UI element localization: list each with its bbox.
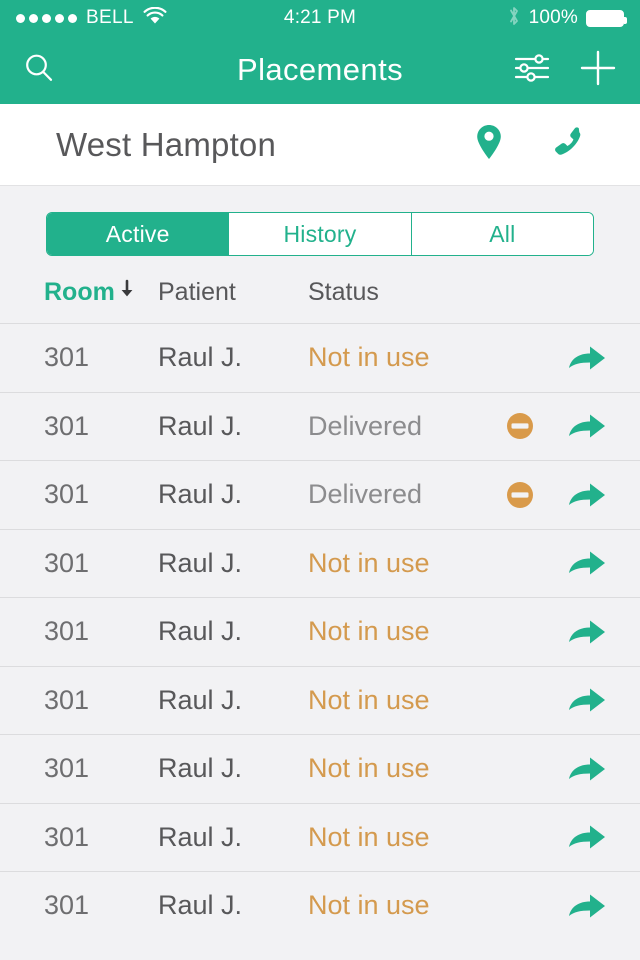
cell-block-empty [490, 824, 550, 850]
nav-left-actions [22, 51, 320, 90]
cell-status: Not in use [308, 821, 430, 852]
facility-header: West Hampton [0, 104, 640, 186]
cell-status: Delivered [308, 479, 423, 510]
status-bar-left: BELL [16, 6, 284, 30]
segmented-control: Active History All [46, 212, 594, 256]
cell-patient: Raul J. [158, 547, 243, 578]
forward-arrow-icon[interactable] [550, 479, 608, 511]
cell-status: Not in use [308, 684, 430, 715]
cell-block-empty [490, 619, 550, 645]
table-row[interactable]: 301 Raul J. Not in use [0, 665, 640, 734]
cell-status: Not in use [308, 616, 430, 647]
cell-room: 301 [44, 547, 90, 578]
status-bar: BELL 4:21 PM 100% [0, 0, 640, 36]
filter-sliders-icon[interactable] [514, 52, 550, 89]
table-row[interactable]: 301 Raul J. Not in use [0, 323, 640, 392]
signal-strength-icon [16, 13, 77, 23]
table-row[interactable]: 301 Raul J. Not in use [0, 802, 640, 871]
table-row[interactable]: 301 Raul J. Not in use [0, 871, 640, 940]
arrow-down-icon [119, 278, 135, 307]
column-header-patient[interactable]: Patient [158, 278, 308, 307]
cell-room: 301 [44, 821, 90, 852]
phone-icon[interactable] [548, 123, 586, 166]
cell-status: Not in use [308, 890, 430, 921]
search-icon[interactable] [22, 51, 56, 90]
column-header-status[interactable]: Status [308, 278, 379, 307]
no-entry-icon[interactable] [490, 411, 550, 441]
forward-arrow-icon[interactable] [550, 616, 608, 648]
tab-all[interactable]: All [411, 213, 593, 255]
facility-actions [474, 122, 586, 167]
forward-arrow-icon[interactable] [550, 684, 608, 716]
column-header-room-label: Room [44, 278, 115, 306]
battery-percent-label: 100% [528, 7, 579, 28]
wifi-icon [143, 6, 167, 30]
cell-block-empty [490, 756, 550, 782]
cell-patient: Raul J. [158, 684, 243, 715]
no-entry-icon[interactable] [490, 480, 550, 510]
cell-block-empty [490, 550, 550, 576]
segmented-control-wrapper: Active History All [0, 186, 640, 256]
tab-history[interactable]: History [229, 213, 412, 255]
map-pin-icon[interactable] [474, 122, 504, 167]
cell-room: 301 [44, 342, 90, 373]
cell-patient: Raul J. [158, 342, 243, 373]
cell-status: Delivered [308, 410, 423, 441]
status-bar-right: 100% [356, 5, 628, 32]
forward-arrow-icon[interactable] [550, 410, 608, 442]
cell-block-empty [490, 687, 550, 713]
battery-full-icon [586, 9, 628, 27]
cell-room: 301 [44, 410, 90, 441]
table-row[interactable]: 301 Raul J. Delivered [0, 391, 640, 460]
table-row[interactable]: 301 Raul J. Not in use [0, 528, 640, 597]
cell-status: Not in use [308, 547, 430, 578]
table-row[interactable]: 301 Raul J. Not in use [0, 734, 640, 803]
forward-arrow-icon[interactable] [550, 547, 608, 579]
cell-patient: Raul J. [158, 479, 243, 510]
tab-active[interactable]: Active [47, 213, 230, 255]
cell-room: 301 [44, 753, 90, 784]
cell-room: 301 [44, 684, 90, 715]
cell-patient: Raul J. [158, 616, 243, 647]
cell-room: 301 [44, 890, 90, 921]
clock-label: 4:21 PM [283, 7, 357, 28]
bluetooth-icon [507, 5, 521, 32]
table-column-headers: Room Patient Status [0, 256, 640, 323]
placements-list: 301 Raul J. Not in use 301 Raul J. Delivered 3… [0, 323, 640, 940]
navigation-bar: Placements [0, 36, 640, 104]
cell-patient: Raul J. [158, 890, 243, 921]
facility-name: West Hampton [56, 125, 277, 163]
forward-arrow-icon[interactable] [550, 342, 608, 374]
forward-arrow-icon[interactable] [550, 890, 608, 922]
forward-arrow-icon[interactable] [550, 753, 608, 785]
plus-icon[interactable] [578, 48, 618, 93]
cell-patient: Raul J. [158, 410, 243, 441]
cell-block-empty [490, 893, 550, 919]
table-row[interactable]: 301 Raul J. Delivered [0, 460, 640, 529]
cell-status: Not in use [308, 342, 430, 373]
table-row[interactable]: 301 Raul J. Not in use [0, 597, 640, 666]
status-bar-center: 4:21 PM [284, 7, 356, 29]
cell-status: Not in use [308, 753, 430, 784]
cell-block-empty [490, 345, 550, 371]
nav-right-actions [320, 48, 618, 93]
forward-arrow-icon[interactable] [550, 821, 608, 853]
cell-patient: Raul J. [158, 753, 243, 784]
column-header-room[interactable]: Room [44, 278, 158, 307]
carrier-label: BELL [86, 7, 134, 28]
cell-room: 301 [44, 616, 90, 647]
cell-room: 301 [44, 479, 90, 510]
cell-patient: Raul J. [158, 821, 243, 852]
